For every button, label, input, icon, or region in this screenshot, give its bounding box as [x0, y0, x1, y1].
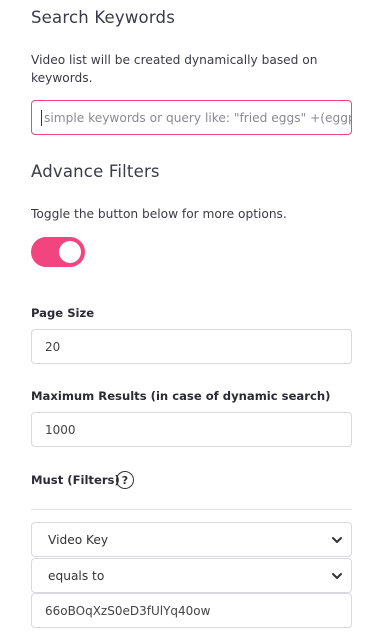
must-filters-label: Must (Filters)	[31, 473, 120, 487]
maximum-results-label: Maximum Results (in case of dynamic sear…	[31, 389, 331, 403]
must-operator-select-value: equals to	[48, 568, 105, 583]
maximum-results-input[interactable]: 1000	[31, 412, 352, 447]
chevron-down-icon	[332, 536, 342, 543]
chevron-down-icon	[332, 572, 342, 579]
toggle-knob	[59, 241, 81, 263]
must-filters-divider	[31, 509, 352, 510]
must-field-select[interactable]: Video Key	[31, 522, 352, 557]
page-size-input[interactable]: 20	[31, 329, 352, 364]
search-keywords-heading: Search Keywords	[31, 8, 175, 27]
page-size-label: Page Size	[31, 306, 95, 320]
advance-filters-description: Toggle the button below for more options…	[31, 207, 287, 221]
search-keywords-placeholder: simple keywords or query like: "fried eg…	[44, 110, 351, 125]
text-caret	[41, 109, 42, 126]
must-value-input[interactable]: 66oBOqXzS0eD3fUlYq40ow	[31, 593, 352, 628]
must-field-select-value: Video Key	[48, 532, 109, 547]
help-icon[interactable]: ?	[116, 471, 134, 489]
advance-filters-heading: Advance Filters	[31, 162, 160, 181]
search-keywords-description: Video list will be created dynamically b…	[31, 53, 318, 85]
advance-filters-toggle[interactable]	[31, 237, 85, 267]
search-keywords-input[interactable]: simple keywords or query like: "fried eg…	[31, 100, 352, 135]
must-operator-select[interactable]: equals to	[31, 558, 352, 593]
